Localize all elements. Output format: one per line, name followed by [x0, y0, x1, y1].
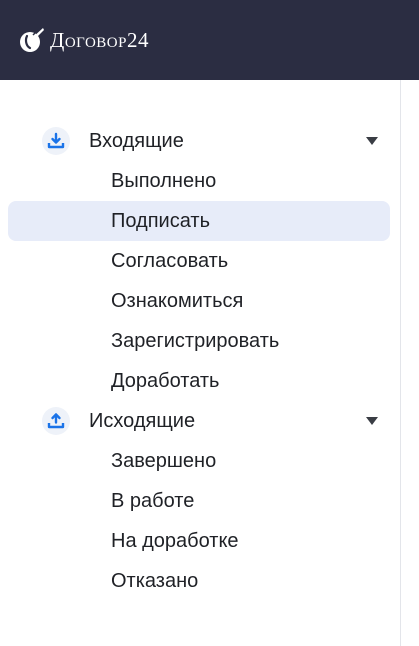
nav-group-outgoing: Исходящие Завершено В работе На доработк… — [0, 401, 400, 601]
sidebar-nav: Входящие Выполнено Подписать Согласовать… — [0, 121, 400, 601]
nav-group-label: Входящие — [89, 129, 184, 152]
nav-item-rework[interactable]: Доработать — [8, 361, 390, 401]
caret-down-icon[interactable] — [366, 417, 378, 425]
nav-group-items: Выполнено Подписать Согласовать Ознакоми… — [0, 161, 400, 401]
app-header: Договор24 — [0, 0, 419, 80]
nav-item-rejected[interactable]: Отказано — [8, 561, 390, 601]
nav-group-header-outgoing[interactable]: Исходящие — [0, 401, 400, 441]
nav-item-label: Зарегистрировать — [111, 329, 280, 352]
nav-item-in-progress[interactable]: В работе — [8, 481, 390, 521]
nav-item-label: Согласовать — [111, 249, 229, 272]
nav-item-completed[interactable]: Завершено — [8, 441, 390, 481]
nav-item-register[interactable]: Зарегистрировать — [8, 321, 390, 361]
nav-item-label: Завершено — [111, 449, 217, 472]
nav-item-approve[interactable]: Согласовать — [8, 241, 390, 281]
nav-group-incoming: Входящие Выполнено Подписать Согласовать… — [0, 121, 400, 401]
nav-item-label: Отказано — [111, 569, 199, 592]
nav-item-label: В работе — [111, 489, 195, 512]
panel-divider — [400, 80, 401, 646]
nav-item-label: Доработать — [111, 369, 220, 392]
logo-text: Договор24 — [50, 27, 149, 52]
logo-icon — [20, 28, 44, 52]
nav-item-sign[interactable]: Подписать — [8, 201, 390, 241]
nav-item-label: Выполнено — [111, 169, 217, 192]
inbox-download-icon — [42, 127, 70, 155]
nav-item-done[interactable]: Выполнено — [8, 161, 390, 201]
nav-item-label: Ознакомиться — [111, 289, 244, 312]
logo[interactable]: Договор24 — [18, 26, 149, 54]
nav-group-header-incoming[interactable]: Входящие — [0, 121, 400, 161]
nav-item-label: На доработке — [111, 529, 239, 552]
nav-item-label: Подписать — [111, 209, 210, 232]
nav-group-label: Исходящие — [89, 409, 196, 432]
nav-item-review[interactable]: Ознакомиться — [8, 281, 390, 321]
outbox-upload-icon — [42, 407, 70, 435]
caret-down-icon[interactable] — [366, 137, 378, 145]
nav-item-in-rework[interactable]: На доработке — [8, 521, 390, 561]
nav-group-items: Завершено В работе На доработке Отказано — [0, 441, 400, 601]
